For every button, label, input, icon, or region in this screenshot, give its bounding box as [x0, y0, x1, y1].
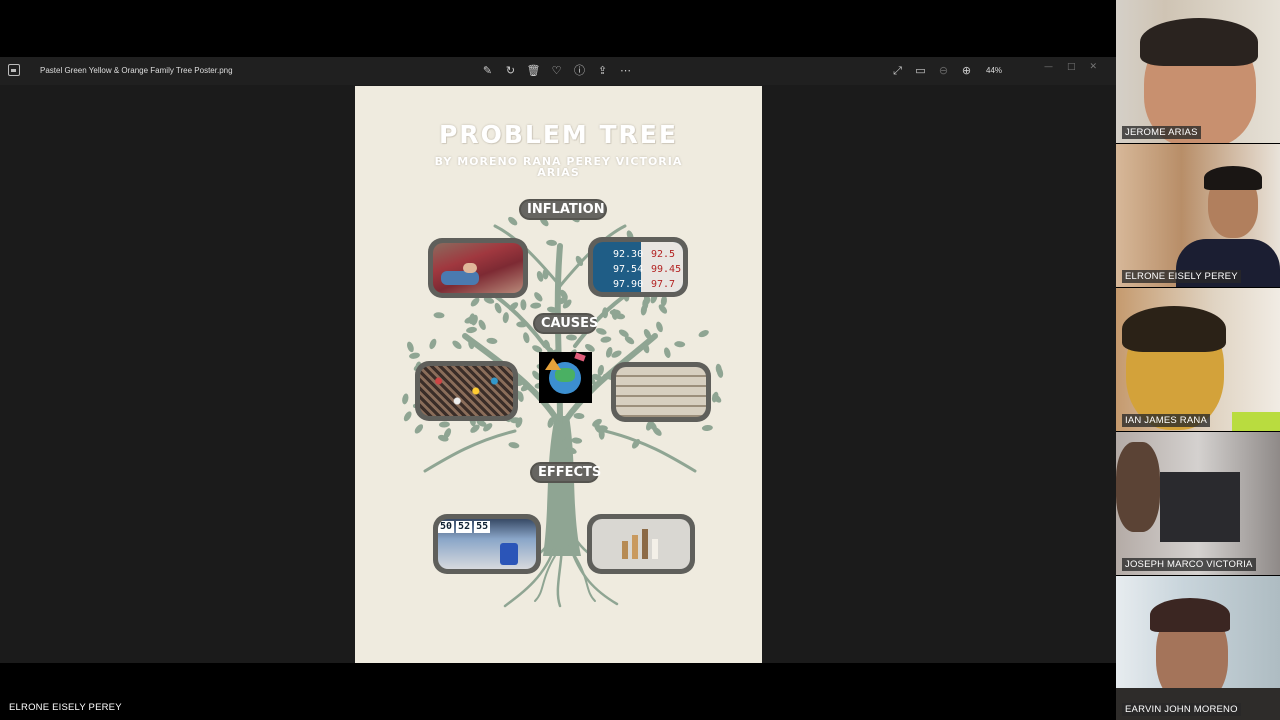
price-right-1: 92.5: [651, 249, 676, 260]
price-left-2: 97.54: [613, 264, 644, 275]
minimize-button[interactable]: —: [1044, 62, 1053, 72]
shared-screen: Pastel Green Yellow & Orange Family Tree…: [0, 0, 1116, 720]
leaf: [546, 239, 558, 246]
maximize-button[interactable]: □: [1067, 62, 1076, 72]
participant-tile-5[interactable]: EARVIN JOHN MORENO: [1116, 576, 1280, 720]
leaf: [486, 337, 498, 344]
label-inflation: INFLATION: [519, 199, 607, 220]
file-name: Pastel Green Yellow & Orange Family Tree…: [40, 66, 233, 75]
participant-name-4: JOSEPH MARCO VICTORIA: [1122, 558, 1256, 571]
leaf: [698, 330, 709, 338]
leaf: [656, 321, 663, 333]
leaf: [502, 312, 509, 324]
leaf: [573, 412, 585, 420]
leaf: [530, 302, 542, 309]
viewer-toolbar: Pastel Green Yellow & Orange Family Tree…: [0, 57, 1116, 85]
participant-name-1: JEROME ARIAS: [1122, 126, 1201, 139]
delete-icon[interactable]: 🗑: [526, 63, 541, 78]
price-left-3: 97.90: [613, 279, 644, 290]
price-left-1: 92.30: [613, 249, 644, 260]
leaf: [466, 326, 477, 334]
leaf: [664, 347, 671, 359]
participant-tile-4[interactable]: JOSEPH MARCO VICTORIA: [1116, 432, 1280, 575]
fullscreen-icon[interactable]: ⤢: [890, 63, 905, 78]
photo-market-onions: [428, 238, 528, 298]
photo-crowd: [415, 361, 518, 421]
leaf: [452, 340, 462, 350]
photo-price-tags: 50 52 55: [433, 514, 541, 574]
photo-fuel-prices: 92.30 97.54 97.90 92.5 99.45 97.7: [588, 237, 688, 297]
participant-strip: JEROME ARIAS ELRONE EISELY PEREY IAN JAM…: [1116, 0, 1280, 720]
leaf: [478, 319, 486, 330]
leaf: [542, 268, 549, 280]
leaf: [600, 336, 612, 343]
leaf: [402, 393, 409, 405]
leaf: [407, 341, 414, 353]
earth-money-icon: [539, 352, 592, 403]
photo-coin-stacks: [587, 514, 695, 574]
poster-subtitle-line2: ARIAS: [537, 166, 580, 179]
leaf: [438, 421, 450, 428]
sale-tag-2: 52: [456, 521, 473, 533]
participant-tile-3[interactable]: IAN JAMES RANA: [1116, 288, 1280, 431]
sale-tag-1: 50: [438, 521, 455, 533]
participant-name-5: EARVIN JOHN MORENO: [1122, 703, 1241, 716]
leaf: [701, 424, 713, 432]
zoom-level: 44%: [986, 66, 1003, 75]
leaf: [429, 338, 437, 350]
zoom-out-icon[interactable]: ⊖: [936, 63, 951, 78]
label-causes: CAUSES: [533, 313, 598, 334]
participant-name-2: ELRONE EISELY PEREY: [1122, 270, 1241, 283]
price-right-3: 97.7: [651, 279, 676, 290]
leaf: [523, 332, 530, 344]
leaf: [508, 442, 520, 449]
leaf: [534, 292, 543, 302]
zoom-in-icon[interactable]: ⊕: [959, 63, 974, 78]
fit-icon[interactable]: ▭: [913, 63, 928, 78]
favorite-icon[interactable]: ♡: [549, 63, 564, 78]
info-icon[interactable]: ⓘ: [572, 63, 587, 78]
leaf: [508, 216, 518, 226]
photo-empty-shelves: [611, 362, 711, 422]
price-right-2: 99.45: [651, 264, 682, 275]
leaf: [571, 437, 583, 444]
presenter-name: ELRONE EISELY PEREY: [9, 702, 122, 713]
leaf: [520, 299, 527, 311]
share-icon[interactable]: ⇪: [595, 63, 610, 78]
participant-name-3: IAN JAMES RANA: [1122, 414, 1210, 427]
leaf: [674, 341, 686, 348]
leaf: [566, 334, 577, 341]
leaf: [414, 424, 424, 434]
leaf: [409, 352, 420, 359]
rotate-icon[interactable]: ↻: [503, 63, 518, 78]
label-effects: EFFECTS: [530, 462, 601, 483]
poster-title: PROBLEM TREE: [439, 120, 678, 149]
leaf: [494, 302, 502, 314]
problem-tree-poster: PROBLEM TREE BY MORENO RANA PEREY VICTOR…: [355, 86, 762, 663]
leaf: [433, 312, 445, 319]
edit-image-icon[interactable]: ✎: [480, 63, 495, 78]
leaf: [403, 411, 412, 422]
participant-tile-1[interactable]: JEROME ARIAS: [1116, 0, 1280, 143]
more-icon[interactable]: ⋯: [618, 63, 633, 78]
sale-tag-3: 55: [474, 521, 491, 533]
close-button[interactable]: ✕: [1090, 62, 1098, 72]
photos-app-icon: [8, 64, 20, 76]
poster-subtitle: BY MORENO RANA PEREY VICTORIA ARIAS: [385, 156, 732, 178]
participant-tile-2[interactable]: ELRONE EISELY PEREY: [1116, 144, 1280, 287]
